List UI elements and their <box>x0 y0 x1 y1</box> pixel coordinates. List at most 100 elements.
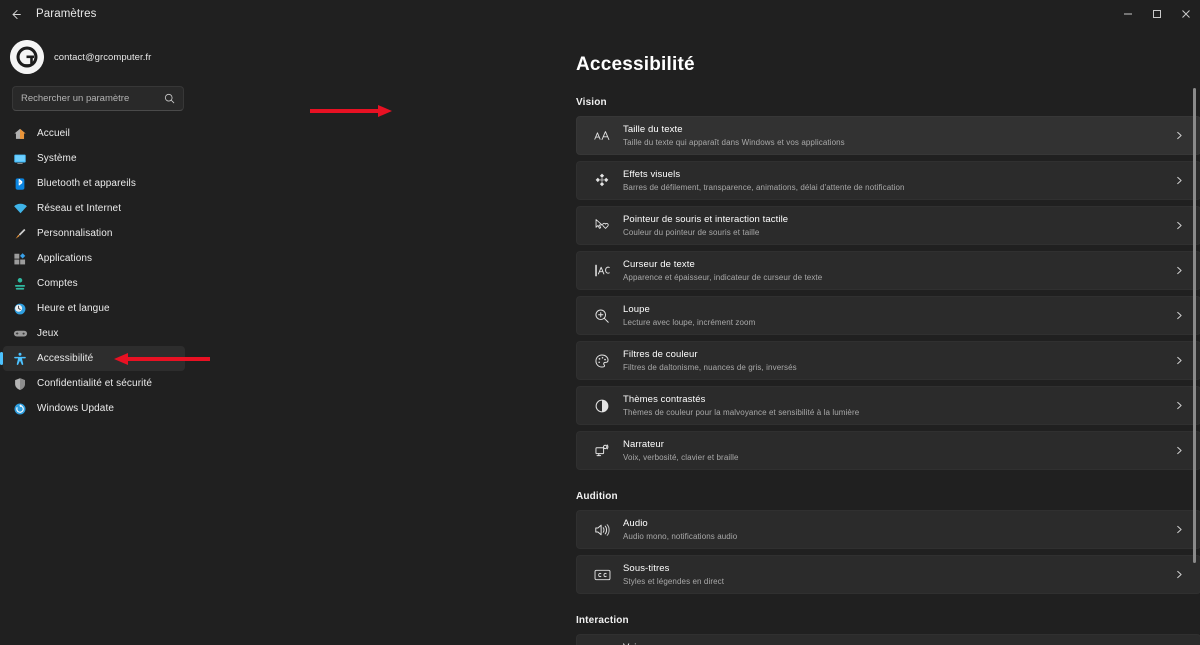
sidebar-item-label: Applications <box>37 253 93 264</box>
settings-card-pointeur-souris[interactable]: Pointeur de souris et interaction tactil… <box>576 206 1200 245</box>
sidebar-item-applications[interactable]: Applications <box>3 246 185 271</box>
card-text: Narrateur Voix, verbosité, clavier et br… <box>623 438 1172 464</box>
sidebar-item-label: Accueil <box>37 128 70 139</box>
account-profile[interactable]: contact@grcomputer.fr <box>0 28 196 80</box>
card-text: Audio Audio mono, notifications audio <box>623 517 1172 543</box>
card-title: Loupe <box>623 303 650 315</box>
sidebar-item-label: Confidentialité et sécurité <box>37 378 152 389</box>
sidebar-item-label: Jeux <box>37 328 59 339</box>
sidebar-item-label: Réseau et Internet <box>37 203 122 214</box>
card-text: Taille du texte Taille du texte qui appa… <box>623 123 1172 149</box>
chevron-right-icon <box>1172 221 1186 230</box>
shield-icon <box>10 377 30 391</box>
card-title: Filtres de couleur <box>623 348 698 360</box>
card-subtitle: Thèmes de couleur pour la malvoyance et … <box>623 407 860 417</box>
avatar <box>10 40 44 74</box>
settings-card-narrateur[interactable]: Narrateur Voix, verbosité, clavier et br… <box>576 431 1200 470</box>
gamepad-icon <box>10 326 30 341</box>
minimize-button[interactable] <box>1113 0 1142 28</box>
card-title: Effets visuels <box>623 168 681 180</box>
settings-card-voix[interactable]: Voix Accès vocal, saisie vocale, Reconna… <box>576 634 1200 645</box>
sidebar-item-label: Windows Update <box>37 403 114 414</box>
sidebar-item-systeme[interactable]: Système <box>3 146 185 171</box>
text-size-icon <box>589 129 615 143</box>
card-title: Pointeur de souris et interaction tactil… <box>623 213 789 225</box>
scrollbar-thumb[interactable] <box>1193 88 1196 563</box>
chevron-right-icon <box>1172 131 1186 140</box>
wifi-icon <box>10 201 30 216</box>
chevron-right-icon <box>1172 570 1186 579</box>
card-title: Sous-titres <box>623 562 670 574</box>
settings-card-themes-contrastes[interactable]: Thèmes contrastés Thèmes de couleur pour… <box>576 386 1200 425</box>
settings-card-list-interaction: Voix Accès vocal, saisie vocale, Reconna… <box>576 634 1200 645</box>
card-subtitle: Voix, verbosité, clavier et braille <box>623 452 739 462</box>
clock-globe-icon <box>10 302 30 316</box>
content-scroll-area: Accessibilité Vision Taille du texte Tai… <box>196 28 1200 645</box>
settings-card-list-audition: Audio Audio mono, notifications audio So… <box>576 510 1200 594</box>
sidebar-item-accessibilite[interactable]: Accessibilité <box>0 346 185 371</box>
card-title: Narrateur <box>623 438 665 450</box>
chevron-right-icon <box>1172 356 1186 365</box>
home-icon <box>10 127 30 141</box>
card-text: Loupe Lecture avec loupe, incrément zoom <box>623 303 1172 329</box>
sidebar-item-personnalisation[interactable]: Personnalisation <box>3 221 185 246</box>
card-text: Filtres de couleur Filtres de daltonisme… <box>623 348 1172 374</box>
sidebar-item-label: Bluetooth et appareils <box>37 178 136 189</box>
search-icon <box>164 93 175 104</box>
settings-card-loupe[interactable]: Loupe Lecture avec loupe, incrément zoom <box>576 296 1200 335</box>
search-input[interactable] <box>21 93 164 104</box>
sidebar-item-comptes[interactable]: Comptes <box>3 271 185 296</box>
card-title: Taille du texte <box>623 123 683 135</box>
search-box[interactable] <box>12 86 184 111</box>
card-title: Curseur de texte <box>623 258 695 270</box>
text-cursor-icon <box>589 263 615 278</box>
maximize-button[interactable] <box>1142 0 1171 28</box>
chevron-right-icon <box>1172 266 1186 275</box>
card-subtitle: Audio mono, notifications audio <box>623 531 738 541</box>
sidebar-item-windows-update[interactable]: Windows Update <box>3 396 185 421</box>
chevron-right-icon <box>1172 446 1186 455</box>
page-title: Accessibilité <box>576 54 695 75</box>
sidebar-item-label: Système <box>37 153 77 164</box>
sidebar-item-label: Heure et langue <box>37 303 110 314</box>
card-subtitle: Filtres de daltonisme, nuances de gris, … <box>623 362 797 372</box>
section-heading-audition: Audition <box>576 491 618 502</box>
sidebar-item-accueil[interactable]: Accueil <box>3 121 185 146</box>
settings-card-audio[interactable]: Audio Audio mono, notifications audio <box>576 510 1200 549</box>
update-refresh-icon <box>10 402 30 416</box>
settings-card-effets-visuels[interactable]: Effets visuels Barres de défilement, tra… <box>576 161 1200 200</box>
section-heading-vision: Vision <box>576 97 607 108</box>
section-heading-interaction: Interaction <box>576 615 629 626</box>
settings-card-filtres-couleur[interactable]: Filtres de couleur Filtres de daltonisme… <box>576 341 1200 380</box>
sidebar-item-confidentialite[interactable]: Confidentialité et sécurité <box>3 371 185 396</box>
card-title: Audio <box>623 517 648 529</box>
settings-card-taille-du-texte[interactable]: Taille du texte Taille du texte qui appa… <box>576 116 1200 155</box>
account-email: contact@grcomputer.fr <box>54 51 152 63</box>
sidebar-item-heure-langue[interactable]: Heure et langue <box>3 296 185 321</box>
settings-card-curseur-texte[interactable]: Curseur de texte Apparence et épaisseur,… <box>576 251 1200 290</box>
speaker-icon <box>589 522 615 538</box>
apps-icon <box>10 252 30 266</box>
sidebar-item-label: Accessibilité <box>37 353 94 364</box>
back-arrow-icon[interactable] <box>0 0 30 28</box>
accounts-icon <box>10 277 30 291</box>
bluetooth-icon <box>10 177 30 191</box>
chevron-right-icon <box>1172 176 1186 185</box>
mouse-pointer-icon <box>589 218 615 234</box>
sidebar-item-reseau[interactable]: Réseau et Internet <box>3 196 185 221</box>
chevron-right-icon <box>1172 525 1186 534</box>
close-button[interactable] <box>1171 0 1200 28</box>
accessibility-person-icon <box>10 352 30 366</box>
card-subtitle: Taille du texte qui apparaît dans Window… <box>623 137 845 147</box>
sidebar-item-bluetooth[interactable]: Bluetooth et appareils <box>3 171 185 196</box>
card-text: Thèmes contrastés Thèmes de couleur pour… <box>623 393 1172 419</box>
paintbrush-icon <box>10 227 30 241</box>
sidebar: contact@grcomputer.fr Rechercher un para… <box>0 28 196 645</box>
card-text: Voix Accès vocal, saisie vocale, Reconna… <box>623 641 1172 645</box>
settings-card-sous-titres[interactable]: Sous-titres Styles et légendes en direct <box>576 555 1200 594</box>
sidebar-item-jeux[interactable]: Jeux <box>3 321 185 346</box>
window-body: contact@grcomputer.fr Rechercher un para… <box>0 28 1200 645</box>
content-scrollbar[interactable] <box>1193 58 1196 645</box>
sidebar-item-label: Comptes <box>37 278 78 289</box>
card-subtitle: Styles et légendes en direct <box>623 576 725 586</box>
